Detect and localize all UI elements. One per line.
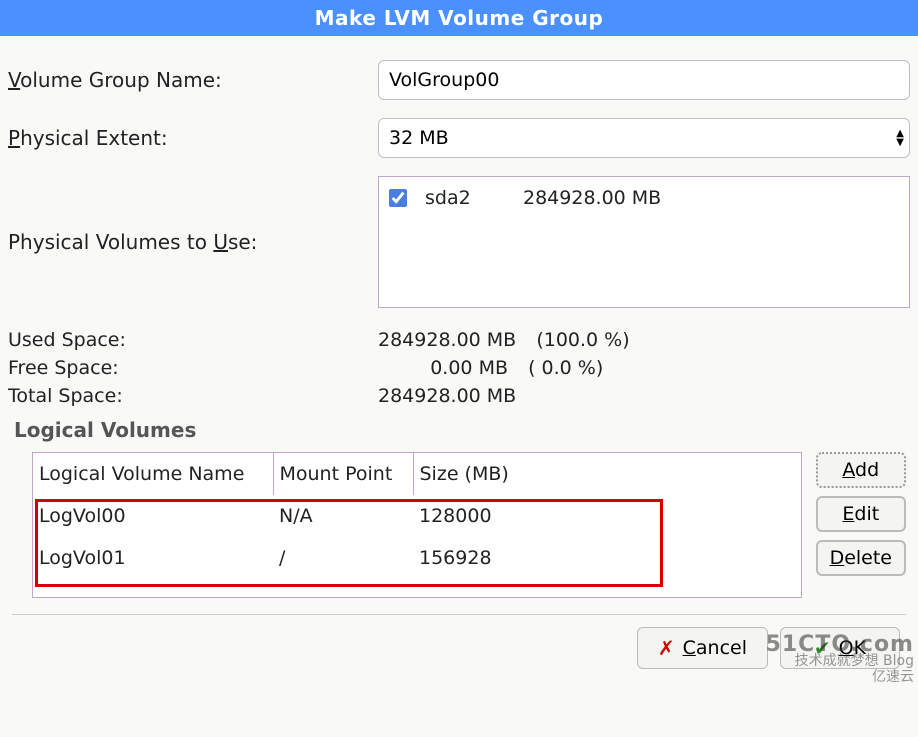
lv-container: Logical Volume Name Mount Point Size (MB…	[32, 452, 906, 598]
delete-button[interactable]: Delete	[816, 540, 906, 576]
lv-header-mount[interactable]: Mount Point	[273, 453, 413, 495]
lv-buttons: Add Edit Delete	[816, 452, 906, 598]
used-space-value: 284928.00 MB	[378, 326, 516, 354]
lv-cell-name: LogVol01	[33, 537, 273, 579]
lv-cell-mount: /	[273, 537, 413, 579]
pv-item-sda2[interactable]: sda2 284928.00 MB	[387, 185, 901, 211]
pv-use-row: Physical Volumes to Use: sda2 284928.00 …	[8, 176, 910, 308]
used-space-row: Used Space: 284928.00 MB (100.0 %)	[8, 326, 910, 354]
space-info: Used Space: 284928.00 MB (100.0 %) Free …	[8, 326, 910, 410]
lv-cell-size: 156928	[413, 537, 801, 579]
free-space-pct: ( 0.0 %)	[516, 354, 603, 382]
free-space-value: 0.00 MB	[378, 354, 508, 382]
divider	[12, 614, 906, 615]
lv-header-size[interactable]: Size (MB)	[413, 453, 801, 495]
dialog-content: Volume Group Name: Physical Extent: ▲▼ P…	[0, 36, 918, 687]
total-space-value: 284928.00 MB	[378, 382, 516, 410]
pv-name: sda2	[425, 187, 505, 209]
lv-cell-name: LogVol00	[33, 495, 273, 537]
vg-name-input[interactable]	[378, 60, 910, 100]
lv-cell-mount: N/A	[273, 495, 413, 537]
free-space-label: Free Space:	[8, 354, 378, 382]
dialog-title-bar: Make LVM Volume Group	[0, 0, 918, 36]
lv-row-1[interactable]: LogVol01 / 156928	[33, 537, 801, 579]
used-space-pct: (100.0 %)	[524, 326, 629, 354]
pv-use-label: Physical Volumes to Use:	[8, 230, 378, 254]
dialog-actions: ✗ Cancel ✔ OK	[8, 627, 910, 679]
lv-header-name[interactable]: Logical Volume Name	[33, 453, 273, 495]
total-space-label: Total Space:	[8, 382, 378, 410]
ok-button[interactable]: ✔ OK	[780, 627, 900, 669]
physical-extent-select-wrap[interactable]: ▲▼	[378, 118, 910, 158]
lv-header-row: Logical Volume Name Mount Point Size (MB…	[33, 453, 801, 495]
ok-icon: ✔	[814, 636, 831, 660]
physical-extent-select[interactable]	[378, 118, 910, 158]
ok-label: OK	[839, 637, 866, 659]
logical-volumes-label: Logical Volumes	[14, 418, 910, 442]
pv-size: 284928.00 MB	[523, 187, 661, 209]
cancel-icon: ✗	[658, 636, 675, 660]
used-space-label: Used Space:	[8, 326, 378, 354]
pv-list: sda2 284928.00 MB	[378, 176, 910, 308]
lv-table: Logical Volume Name Mount Point Size (MB…	[33, 453, 801, 579]
free-space-row: Free Space: 0.00 MB ( 0.0 %)	[8, 354, 910, 382]
physical-extent-row: Physical Extent: ▲▼	[8, 118, 910, 158]
lv-table-wrap: Logical Volume Name Mount Point Size (MB…	[32, 452, 802, 598]
dialog-title: Make LVM Volume Group	[315, 6, 604, 30]
add-button[interactable]: Add	[816, 452, 906, 488]
pv-checkbox-sda2[interactable]	[389, 189, 407, 207]
vg-name-row: Volume Group Name:	[8, 60, 910, 100]
cancel-button[interactable]: ✗ Cancel	[637, 627, 768, 669]
total-space-row: Total Space: 284928.00 MB	[8, 382, 910, 410]
lv-row-0[interactable]: LogVol00 N/A 128000	[33, 495, 801, 537]
edit-button[interactable]: Edit	[816, 496, 906, 532]
cancel-label: Cancel	[683, 637, 747, 659]
lv-cell-size: 128000	[413, 495, 801, 537]
physical-extent-label: Physical Extent:	[8, 126, 378, 150]
vg-name-label: Volume Group Name:	[8, 68, 378, 92]
